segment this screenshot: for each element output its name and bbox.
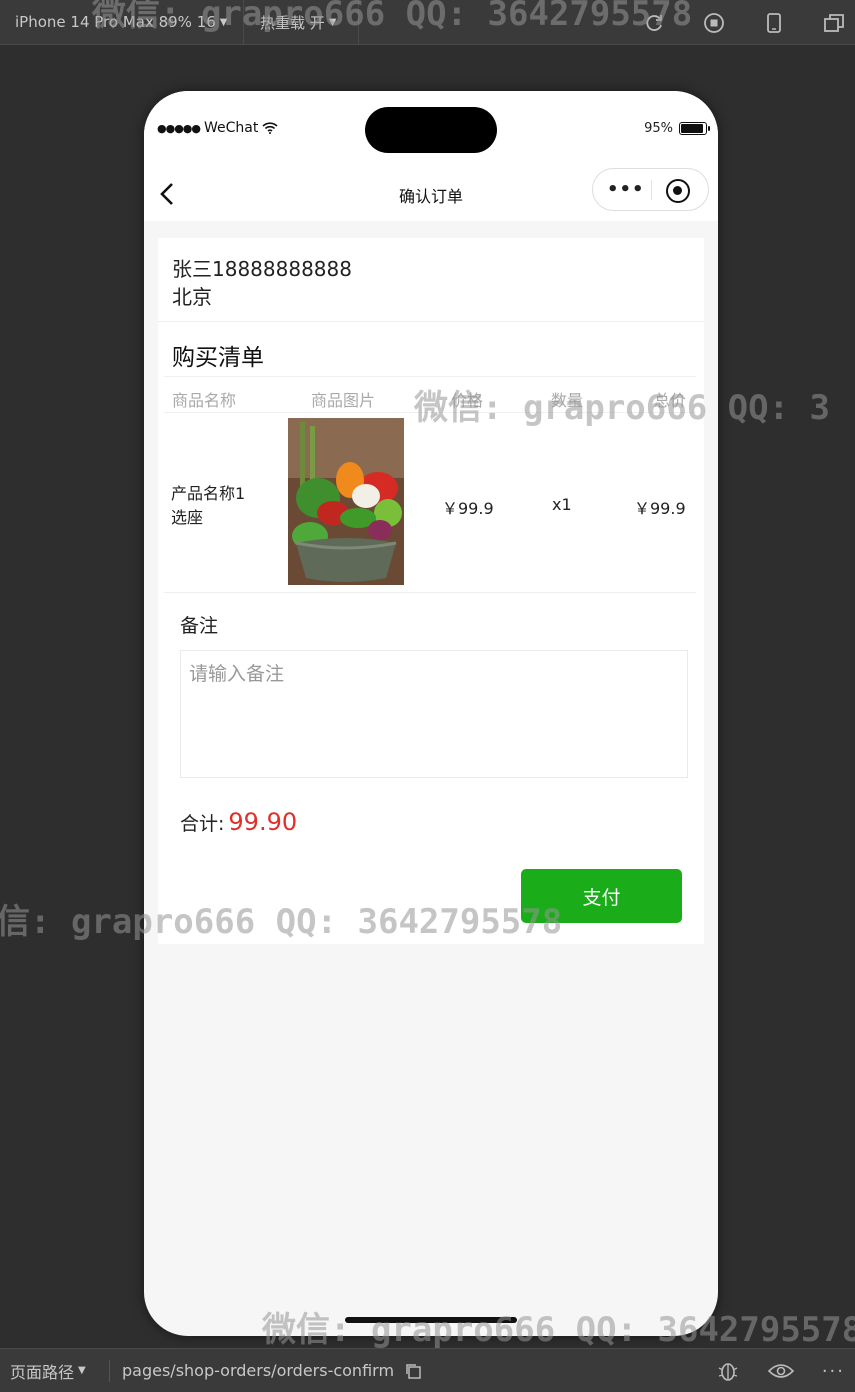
product-image: [288, 418, 404, 585]
home-indicator: [345, 1317, 517, 1323]
chevron-down-icon: ▼: [78, 1365, 86, 1376]
chevron-down-icon: ▼: [219, 16, 228, 28]
total-label: 合计:: [180, 813, 225, 835]
devtools-toolbar: iPhone 14 Pro Max 89% 16 ▼ 热重载 开 ▼: [0, 0, 855, 45]
dynamic-island: [365, 107, 497, 153]
phone-simulator: ●●●●● WeChat 95% 确认订单 ••• 张三18888888888 …: [144, 91, 718, 1336]
page-path-label: 页面路径: [10, 1362, 75, 1382]
header-price: 价格: [451, 391, 484, 410]
total-amount: 99.90: [228, 808, 298, 836]
recipient-name-phone: 张三18888888888: [172, 257, 352, 281]
recipient-address: 北京: [172, 285, 212, 309]
header-product-name: 商品名称: [172, 391, 237, 410]
page-path-selector[interactable]: 页面路径 ▼: [0, 1359, 110, 1382]
header-product-image: 商品图片: [311, 391, 376, 410]
battery-percent: 95%: [644, 121, 673, 136]
window-icon[interactable]: [823, 12, 845, 34]
product-name-line1: 产品名称1: [171, 484, 246, 503]
address-section[interactable]: 张三18888888888 北京: [158, 238, 704, 322]
device-label: iPhone 14 Pro Max 89% 16: [15, 13, 216, 31]
table-row: 产品名称1 选座 ￥99.9 x1 ￥99.9: [164, 413, 696, 593]
table-header: 商品名称 商品图片 价格 数量 总价: [164, 376, 696, 413]
capsule-divider: [651, 180, 652, 200]
hot-reload-label: 热重载 开: [260, 13, 325, 32]
note-input[interactable]: [180, 650, 688, 778]
close-miniprogram-icon[interactable]: [666, 179, 690, 203]
header-total: 总价: [654, 391, 687, 410]
pay-button[interactable]: 支付: [521, 869, 682, 923]
battery-icon: [679, 122, 710, 135]
page-path: pages/shop-orders/orders-confirm: [110, 1361, 422, 1380]
carrier-label: WeChat: [204, 120, 259, 136]
battery-info: 95%: [644, 121, 710, 136]
copy-icon[interactable]: [404, 1362, 422, 1380]
statusbar-icons: ···: [716, 1359, 845, 1383]
menu-capsule: •••: [592, 168, 709, 211]
toolbar-icons: [643, 0, 845, 45]
chevron-down-icon: ▼: [328, 16, 337, 28]
more-icon[interactable]: •••: [607, 181, 645, 199]
device-selector[interactable]: iPhone 14 Pro Max 89% 16 ▼: [0, 0, 244, 45]
wifi-icon: [262, 122, 278, 134]
header-quantity: 数量: [551, 391, 584, 410]
order-card: 张三18888888888 北京 购买清单 商品名称 商品图片 价格 数量 总价…: [158, 238, 704, 944]
navigation-bar: 确认订单 •••: [144, 167, 718, 221]
product-total: ￥99.9: [634, 499, 686, 518]
bug-icon[interactable]: [716, 1359, 740, 1383]
order-total: 合计: 99.90: [180, 808, 297, 836]
more-icon[interactable]: ···: [822, 1361, 845, 1382]
stop-icon[interactable]: [703, 12, 725, 34]
product-quantity: x1: [552, 495, 572, 514]
note-label: 备注: [180, 615, 219, 637]
status-bar: ●●●●● WeChat 95%: [144, 91, 718, 167]
signal-icon: ●●●●●: [157, 121, 201, 135]
page-path-value: pages/shop-orders/orders-confirm: [122, 1361, 395, 1380]
product-name-line2: 选座: [171, 508, 204, 527]
eye-icon[interactable]: [767, 1361, 794, 1381]
product-name: 产品名称1 选座: [171, 482, 271, 530]
product-price: ￥99.9: [442, 499, 494, 518]
hot-reload-toggle[interactable]: 热重载 开 ▼: [244, 0, 359, 45]
refresh-icon[interactable]: [643, 12, 665, 34]
carrier-info: ●●●●● WeChat: [157, 120, 278, 136]
phone-preview-icon[interactable]: [763, 12, 785, 34]
devtools-statusbar: 页面路径 ▼ pages/shop-orders/orders-confirm …: [0, 1348, 855, 1392]
purchase-list-title: 购买清单: [172, 345, 264, 371]
